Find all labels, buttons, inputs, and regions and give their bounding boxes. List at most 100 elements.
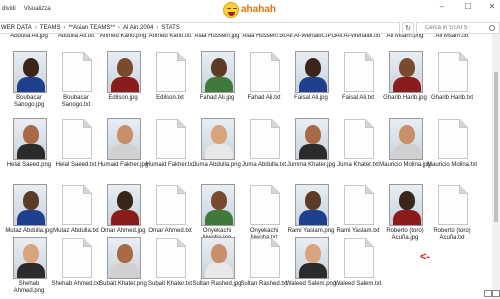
minimize-button[interactable]: – <box>436 2 448 11</box>
file-label: Waleed Salem.png <box>285 281 337 287</box>
player-photo-thumbnail <box>389 118 423 160</box>
file-label[interactable]: Ali Al-Wehaibi.JPG <box>284 34 338 40</box>
details-view-icon[interactable] <box>484 290 492 297</box>
file-item[interactable]: Jumma Khater.jpg <box>287 118 335 176</box>
file-label: Edilson.txt <box>156 95 184 101</box>
file-item[interactable]: Mutaz Abdulla.jpg <box>5 184 53 242</box>
file-label[interactable]: Ahmed Kano.txt <box>143 34 197 40</box>
file-item[interactable]: Juma Abdulla.txt <box>240 118 288 176</box>
file-label: Faisal Ali.jpg <box>294 95 328 101</box>
file-label: Boubacar Sanogo.jpg <box>13 95 45 108</box>
breadcrumb-item[interactable]: TEAMS <box>40 25 61 31</box>
player-photo-thumbnail <box>295 118 329 160</box>
text-file-icon <box>344 238 374 278</box>
search-icon <box>489 25 495 31</box>
file-label: Fahad Ali.jpg <box>199 95 235 101</box>
file-item[interactable]: Humaid Fakher.txt <box>146 118 194 176</box>
file-item[interactable]: Mutaz Abdulla.txt <box>52 184 100 242</box>
large-icons-view-icon[interactable] <box>492 290 500 297</box>
chevron-right-icon: › <box>156 25 159 31</box>
file-item[interactable]: Rami Yaslam.png <box>287 184 335 242</box>
file-item[interactable]: Subait Khater.txt <box>146 237 194 295</box>
text-file-icon <box>250 52 280 92</box>
file-item[interactable]: Onyekachi Nwoha.jpg <box>193 184 241 242</box>
search-box[interactable] <box>416 22 500 34</box>
file-item[interactable]: Mauricio Molina.jpg <box>379 118 431 176</box>
file-item[interactable]: Omar Ahmed.jpg <box>99 184 147 242</box>
file-label[interactable]: Alaa Hussein.txt <box>237 34 291 40</box>
file-item[interactable]: Shehab Ahmed.png <box>5 237 53 295</box>
file-label: Rami Yaslam.txt <box>336 228 380 234</box>
file-item[interactable]: Roberto (toro) Acuña.jpg <box>381 184 429 242</box>
file-item[interactable]: Gharib Harib.txt <box>428 51 476 109</box>
file-item[interactable]: Edilson.txt <box>146 51 194 109</box>
file-item[interactable]: Onyekachi Nwoha.txt <box>240 184 288 242</box>
player-photo-thumbnail <box>201 51 235 93</box>
text-file-icon <box>156 119 186 159</box>
menu-dividi[interactable]: dividi <box>2 6 16 12</box>
file-label: Roberto (toro) Acuña.jpg <box>386 228 424 241</box>
file-label[interactable]: Alaa Hussein.jpg <box>190 34 244 40</box>
file-label: Subait Khater.txt <box>147 281 193 287</box>
menu-visualizza[interactable]: Visualizza <box>24 6 51 12</box>
file-item[interactable]: Faisal Ali.txt <box>334 51 382 109</box>
refresh-icon[interactable]: ↻ <box>402 22 414 34</box>
file-label: Boubacar Sanogo.txt <box>61 95 91 108</box>
file-label[interactable]: Ali Msarri.png <box>378 34 432 40</box>
file-item[interactable]: Boubacar Sanogo.jpg <box>5 51 53 109</box>
file-item[interactable]: Omar Ahmed.txt <box>146 184 194 242</box>
breadcrumb-item[interactable]: Al Ain 2004 <box>123 25 153 31</box>
breadcrumb-item[interactable]: **Asian TEAMS** <box>68 25 115 31</box>
file-label: Gharib Harib.jpg <box>383 95 427 101</box>
file-item[interactable]: Waleed Salem.png <box>285 237 337 295</box>
file-label: Waleed Salem.txt <box>334 281 382 287</box>
file-label: Juma Abdulla.png <box>193 162 241 168</box>
file-item[interactable]: Gharib Harib.jpg <box>381 51 429 109</box>
file-item[interactable]: Sultan Rashed.jpg <box>192 237 242 295</box>
file-item[interactable]: Faisal Ali.jpg <box>287 51 335 109</box>
file-item[interactable]: Mauricio Molina.txt <box>427 118 477 176</box>
file-item[interactable]: Roberto (toro) Acuña.txt <box>428 184 476 242</box>
file-item[interactable]: Waleed Salem.txt <box>334 237 382 295</box>
file-item[interactable]: Subait Khater.png <box>99 237 147 295</box>
search-input[interactable] <box>425 25 495 31</box>
file-label: Shehab Ahmed.png <box>13 281 45 294</box>
file-label: Juma Abdulla.txt <box>241 162 287 168</box>
close-button[interactable]: ✕ <box>486 2 498 11</box>
file-label: Sultan Rashed.jpg <box>192 281 242 287</box>
text-file-icon <box>438 52 468 92</box>
file-item[interactable]: Sultan Rashed.txt <box>240 237 288 295</box>
breadcrumb-item[interactable]: WER DATA <box>1 25 32 31</box>
file-item[interactable]: Rami Yaslam.txt <box>334 184 382 242</box>
breadcrumb-item[interactable]: STATS <box>161 25 179 31</box>
text-file-icon <box>156 238 186 278</box>
text-file-icon <box>62 185 92 225</box>
text-file-icon <box>62 238 92 278</box>
file-item[interactable]: Helal Saeed.txt <box>52 118 100 176</box>
file-item[interactable]: Juma Khater.txt <box>334 118 382 176</box>
player-photo-thumbnail <box>295 184 329 226</box>
player-photo-thumbnail <box>13 118 47 160</box>
file-label: Shehab Ahmed.txt <box>51 281 101 287</box>
file-item[interactable]: Humaid Fakher.jpg <box>98 118 148 176</box>
file-label: Edilson.jpg <box>108 95 138 101</box>
file-item[interactable]: Fahad Ali.jpg <box>193 51 241 109</box>
file-item[interactable]: Fahad Ali.txt <box>240 51 288 109</box>
file-label[interactable]: Abdulla Ali.jpg <box>2 34 56 40</box>
text-file-icon <box>250 238 280 278</box>
file-label[interactable]: Ali Al-Wehaibi.txt <box>331 34 385 40</box>
text-file-icon <box>250 119 280 159</box>
player-photo-thumbnail <box>389 51 423 93</box>
file-item[interactable]: Shehab Ahmed.txt <box>51 237 101 295</box>
breadcrumb[interactable]: WER DATA › TEAMS › **Asian TEAMS** › Al … <box>0 22 400 34</box>
file-label[interactable]: Ahmed Kano.png <box>96 34 150 40</box>
file-item[interactable]: Boubacar Sanogo.txt <box>52 51 100 109</box>
text-file-icon <box>344 119 374 159</box>
file-item[interactable]: Edilson.jpg <box>99 51 147 109</box>
file-item[interactable]: Helal Saeed.png <box>5 118 53 176</box>
file-label[interactable]: Abdulla Ali.txt <box>49 34 103 40</box>
file-item[interactable]: Juma Abdulla.png <box>193 118 241 176</box>
maximize-button[interactable]: ☐ <box>462 2 474 11</box>
scrollbar-thumb[interactable] <box>494 72 498 222</box>
file-label[interactable]: Ali Msarri.txt <box>425 34 479 40</box>
